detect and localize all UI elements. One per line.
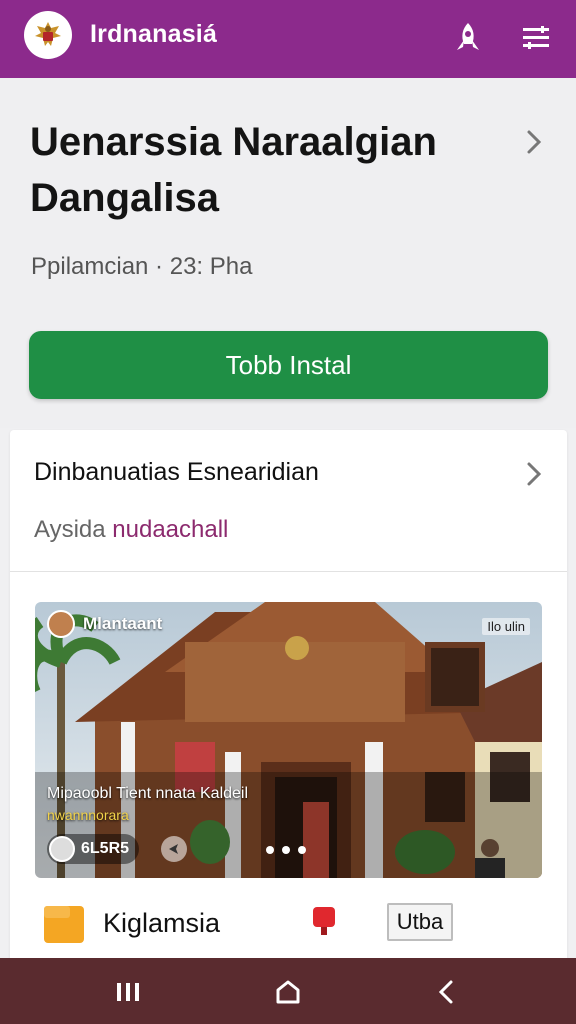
channel-avatar xyxy=(47,610,75,638)
back-icon[interactable] xyxy=(426,972,466,1012)
section-subtitle: Aysida nudaachall xyxy=(34,516,228,544)
section-title: Dinbanuatias Esnearidian xyxy=(34,458,319,486)
bottom-label: Kiglamsia xyxy=(103,908,221,938)
section-subtitle-link[interactable]: nudaachall xyxy=(112,516,228,543)
user-handle: 6L5R5 xyxy=(81,840,130,857)
menu-icon[interactable] xyxy=(516,18,556,58)
carousel-dots[interactable] xyxy=(266,846,306,854)
system-nav-bar xyxy=(0,958,576,1024)
chevron-right-icon[interactable] xyxy=(516,124,552,160)
media-preview[interactable]: Mlantaant Ilo ulin Mipaoobl Tient nnata … xyxy=(35,602,542,878)
home-icon[interactable] xyxy=(268,972,308,1012)
install-button[interactable]: Tobb Instal xyxy=(29,331,548,399)
app-title: Irdnanasiá xyxy=(90,20,218,48)
carousel-dot[interactable] xyxy=(282,846,290,854)
recents-icon[interactable] xyxy=(108,972,148,1012)
media-caption-secondary: nwannnorara xyxy=(47,807,129,823)
app-bar: Irdnanasiá xyxy=(0,0,576,78)
ultba-button[interactable]: Utba xyxy=(387,903,453,941)
section-row[interactable]: Dinbanuatias Esnearidian Aysida nudaacha… xyxy=(10,430,567,572)
share-icon[interactable] xyxy=(161,836,187,862)
app-subtitle: Ppilamcian · 23: Pha xyxy=(31,253,253,280)
app-header: Uenarssia Naraalgian Dangalisa Ppilamcia… xyxy=(0,78,576,428)
app-logo[interactable] xyxy=(24,11,72,59)
content-card: Dinbanuatias Esnearidian Aysida nudaacha… xyxy=(10,430,567,970)
bottom-row: Kiglamsia Utba xyxy=(10,896,567,956)
chevron-right-icon[interactable] xyxy=(516,456,552,492)
media-badge: Ilo ulin xyxy=(482,618,530,635)
carousel-dot[interactable] xyxy=(266,846,274,854)
channel-name: Mlantaant xyxy=(83,614,163,633)
carousel-dot[interactable] xyxy=(298,846,306,854)
media-user[interactable]: 6L5R5 xyxy=(47,834,140,864)
user-avatar xyxy=(49,836,75,862)
media-channel[interactable]: Mlantaant xyxy=(47,610,162,638)
page-title: Uenarssia Naraalgian Dangalisa xyxy=(30,120,437,220)
section-subtitle-plain: Aysida xyxy=(34,516,113,543)
mailbox-icon[interactable] xyxy=(312,906,336,936)
media-caption: Mipaoobl Tient nnata Kaldeil xyxy=(47,785,249,802)
garuda-emblem-icon xyxy=(35,22,61,46)
folder-icon[interactable] xyxy=(43,904,85,944)
rocket-icon[interactable] xyxy=(448,18,488,58)
